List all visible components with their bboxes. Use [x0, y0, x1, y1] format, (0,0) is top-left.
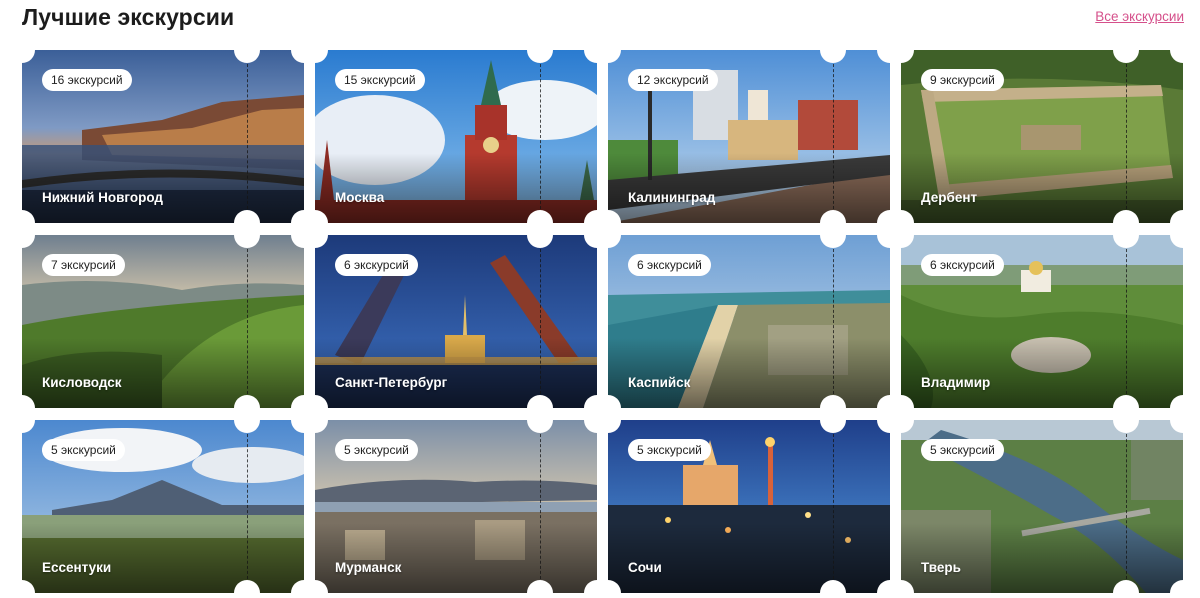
section-title: Лучшие экскурсии: [22, 4, 235, 30]
ticket-perforation: [833, 249, 834, 394]
city-name: Ессентуки: [42, 560, 112, 575]
city-card-derbent[interactable]: 9 экскурсий Дербент: [901, 50, 1183, 223]
excursion-count-badge: 7 экскурсий: [42, 254, 125, 276]
ticket-perforation: [247, 434, 248, 579]
card-shade: [22, 523, 304, 593]
city-card-tver[interactable]: 5 экскурсий Тверь: [901, 420, 1183, 593]
excursion-count-badge: 12 экскурсий: [628, 69, 718, 91]
city-card-kislovodsk[interactable]: 7 экскурсий Кисловодск: [22, 235, 304, 408]
ticket-perforation: [833, 434, 834, 579]
excursion-count-badge: 16 экскурсий: [42, 69, 132, 91]
excursion-count-badge: 5 экскурсий: [628, 439, 711, 461]
excursion-count-badge: 15 экскурсий: [335, 69, 425, 91]
city-name: Владимир: [921, 375, 991, 390]
excursion-count-badge: 6 экскурсий: [628, 254, 711, 276]
city-card-nizhny-novgorod[interactable]: 16 экскурсий Нижний Новгород: [22, 50, 304, 223]
excursion-count-badge: 5 экскурсий: [42, 439, 125, 461]
city-name: Мурманск: [335, 560, 402, 575]
city-card-sochi[interactable]: 5 экскурсий Сочи: [608, 420, 890, 593]
city-name: Дербент: [921, 190, 978, 205]
city-card-essentuki[interactable]: 5 экскурсий Ессентуки: [22, 420, 304, 593]
ticket-perforation: [833, 64, 834, 209]
card-shade: [608, 523, 890, 593]
ticket-perforation: [540, 64, 541, 209]
ticket-perforation: [1126, 249, 1127, 394]
city-name: Москва: [335, 190, 385, 205]
ticket-perforation: [1126, 64, 1127, 209]
excursion-count-badge: 5 экскурсий: [921, 439, 1004, 461]
city-card-vladimir[interactable]: 6 экскурсий Владимир: [901, 235, 1183, 408]
card-shade: [901, 523, 1183, 593]
city-card-saint-petersburg[interactable]: 6 экскурсий Санкт-Петербург: [315, 235, 597, 408]
city-name: Нижний Новгород: [42, 190, 163, 205]
card-shade: [608, 153, 890, 223]
city-card-murmansk[interactable]: 5 экскурсий Мурманск: [315, 420, 597, 593]
section-header: Лучшие экскурсии Все экскурсии: [22, 0, 1184, 40]
card-shade: [315, 153, 597, 223]
card-shade: [315, 523, 597, 593]
excursion-count-badge: 6 экскурсий: [335, 254, 418, 276]
city-name: Санкт-Петербург: [335, 375, 448, 390]
all-excursions-link[interactable]: Все экскурсии: [1095, 9, 1184, 24]
city-name: Калининград: [628, 190, 716, 205]
ticket-perforation: [540, 249, 541, 394]
excursion-grid: 16 экскурсий Нижний Новгород 15 экскурси…: [22, 50, 1184, 595]
card-shade: [901, 338, 1183, 408]
card-shade: [315, 338, 597, 408]
excursion-count-badge: 9 экскурсий: [921, 69, 1004, 91]
ticket-perforation: [1126, 434, 1127, 579]
card-shade: [901, 153, 1183, 223]
excursion-count-badge: 5 экскурсий: [335, 439, 418, 461]
card-shade: [22, 338, 304, 408]
city-name: Тверь: [921, 560, 961, 575]
excursion-count-badge: 6 экскурсий: [921, 254, 1004, 276]
ticket-perforation: [247, 249, 248, 394]
city-name: Сочи: [628, 560, 662, 575]
card-shade: [22, 153, 304, 223]
card-shade: [608, 338, 890, 408]
city-card-moscow[interactable]: 15 экскурсий Москва: [315, 50, 597, 223]
city-card-kaliningrad[interactable]: 12 экскурсий Калининград: [608, 50, 890, 223]
city-name: Кисловодск: [42, 375, 122, 390]
ticket-perforation: [540, 434, 541, 579]
city-name: Каспийск: [628, 375, 691, 390]
ticket-perforation: [247, 64, 248, 209]
city-card-kaspiysk[interactable]: 6 экскурсий Каспийск: [608, 235, 890, 408]
